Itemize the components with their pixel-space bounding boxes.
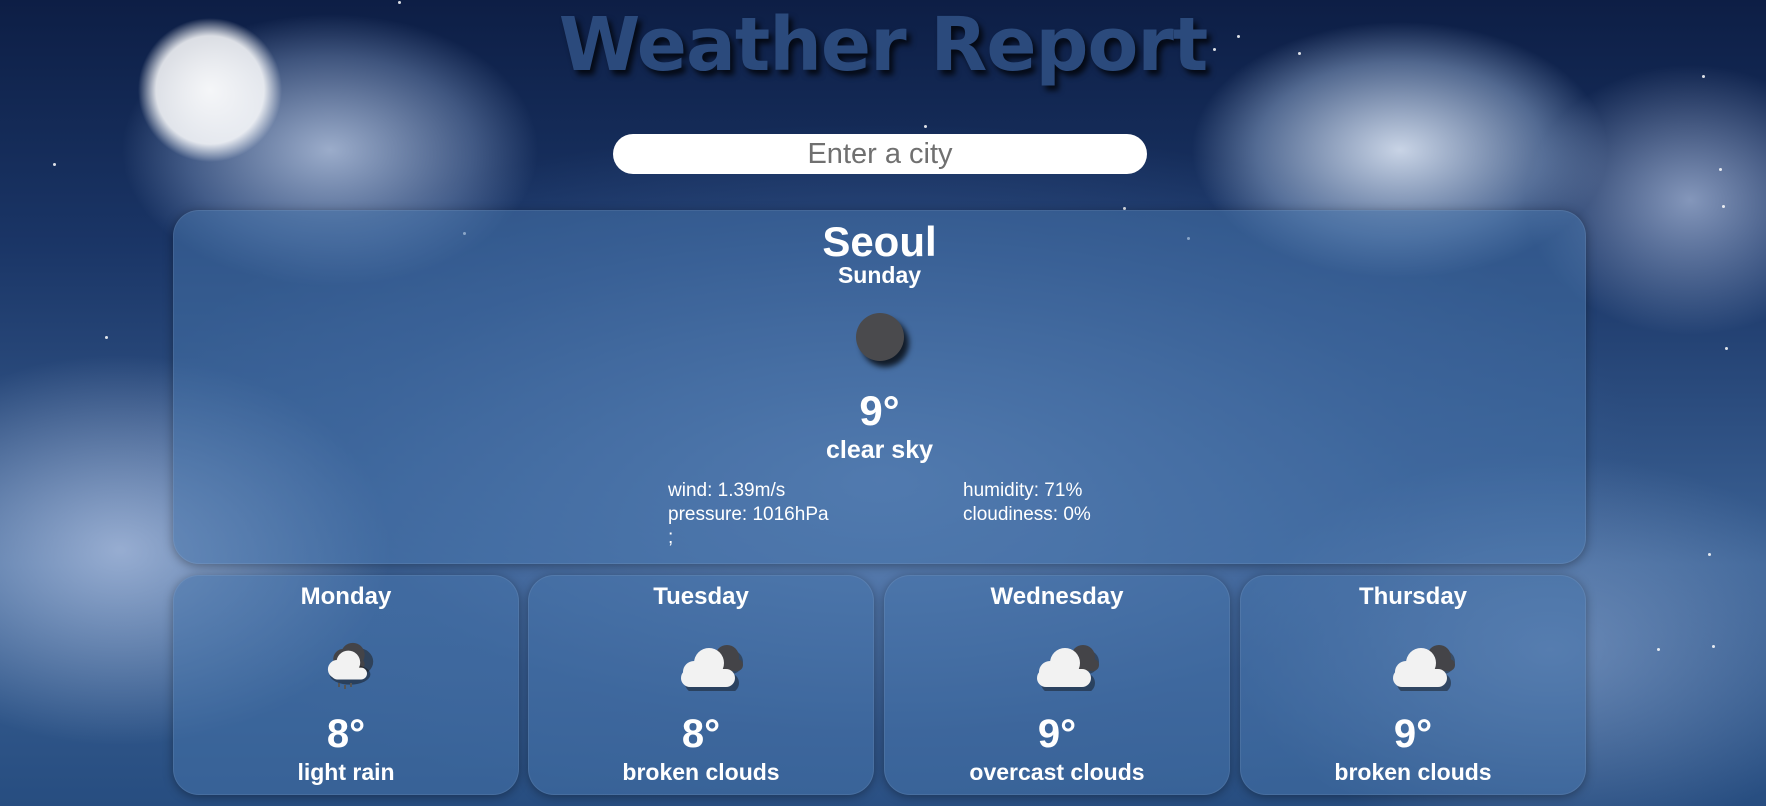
stray-text: ;: [668, 527, 674, 548]
forecast-description: broken clouds: [622, 759, 780, 785]
forecast-card-thursday: Thursday 9° broken clouds: [1240, 575, 1586, 795]
city-name: Seoul: [822, 218, 937, 265]
forecast-card-tuesday: Tuesday 8° broken clouds: [528, 575, 874, 795]
forecast-description: light rain: [297, 759, 395, 785]
broken-clouds-icon: [681, 645, 743, 691]
forecast-temperature: 9°: [1393, 712, 1433, 756]
cloud-rain-icon: [327, 642, 374, 689]
overcast-clouds-icon: [1037, 645, 1099, 691]
forecast-card-monday: Monday 8° light rain: [173, 575, 519, 795]
forecast-temperature: 8°: [681, 712, 721, 756]
current-day: Sunday: [837, 262, 922, 288]
broken-clouds-icon: [1393, 645, 1455, 691]
current-temperature: 9°: [859, 387, 900, 434]
city-search-input[interactable]: [613, 134, 1147, 174]
forecast-description: broken clouds: [1334, 759, 1492, 785]
forecast-temperature: 9°: [1037, 712, 1077, 756]
pressure-detail: pressure: 1016hPa: [668, 504, 829, 525]
forecast-card-wednesday: Wednesday 9° overcast clouds: [884, 575, 1230, 795]
forecast-day: Monday: [300, 583, 392, 610]
moon-icon: [856, 313, 904, 361]
cloudiness-detail: cloudiness: 0%: [963, 504, 1091, 525]
wind-detail: wind: 1.39m/s: [668, 480, 786, 501]
current-description: clear sky: [825, 436, 934, 464]
forecast-temperature: 8°: [326, 712, 366, 756]
forecast-description: overcast clouds: [969, 759, 1145, 785]
humidity-detail: humidity: 71%: [963, 480, 1083, 501]
current-weather-card: Seoul Sunday 9° clear sky wind: 1.39m/s …: [173, 210, 1586, 564]
forecast-day: Wednesday: [990, 583, 1124, 610]
page-title: Weather Report: [558, 2, 1208, 88]
forecast-day: Tuesday: [653, 583, 749, 610]
forecast-day: Thursday: [1358, 583, 1468, 610]
